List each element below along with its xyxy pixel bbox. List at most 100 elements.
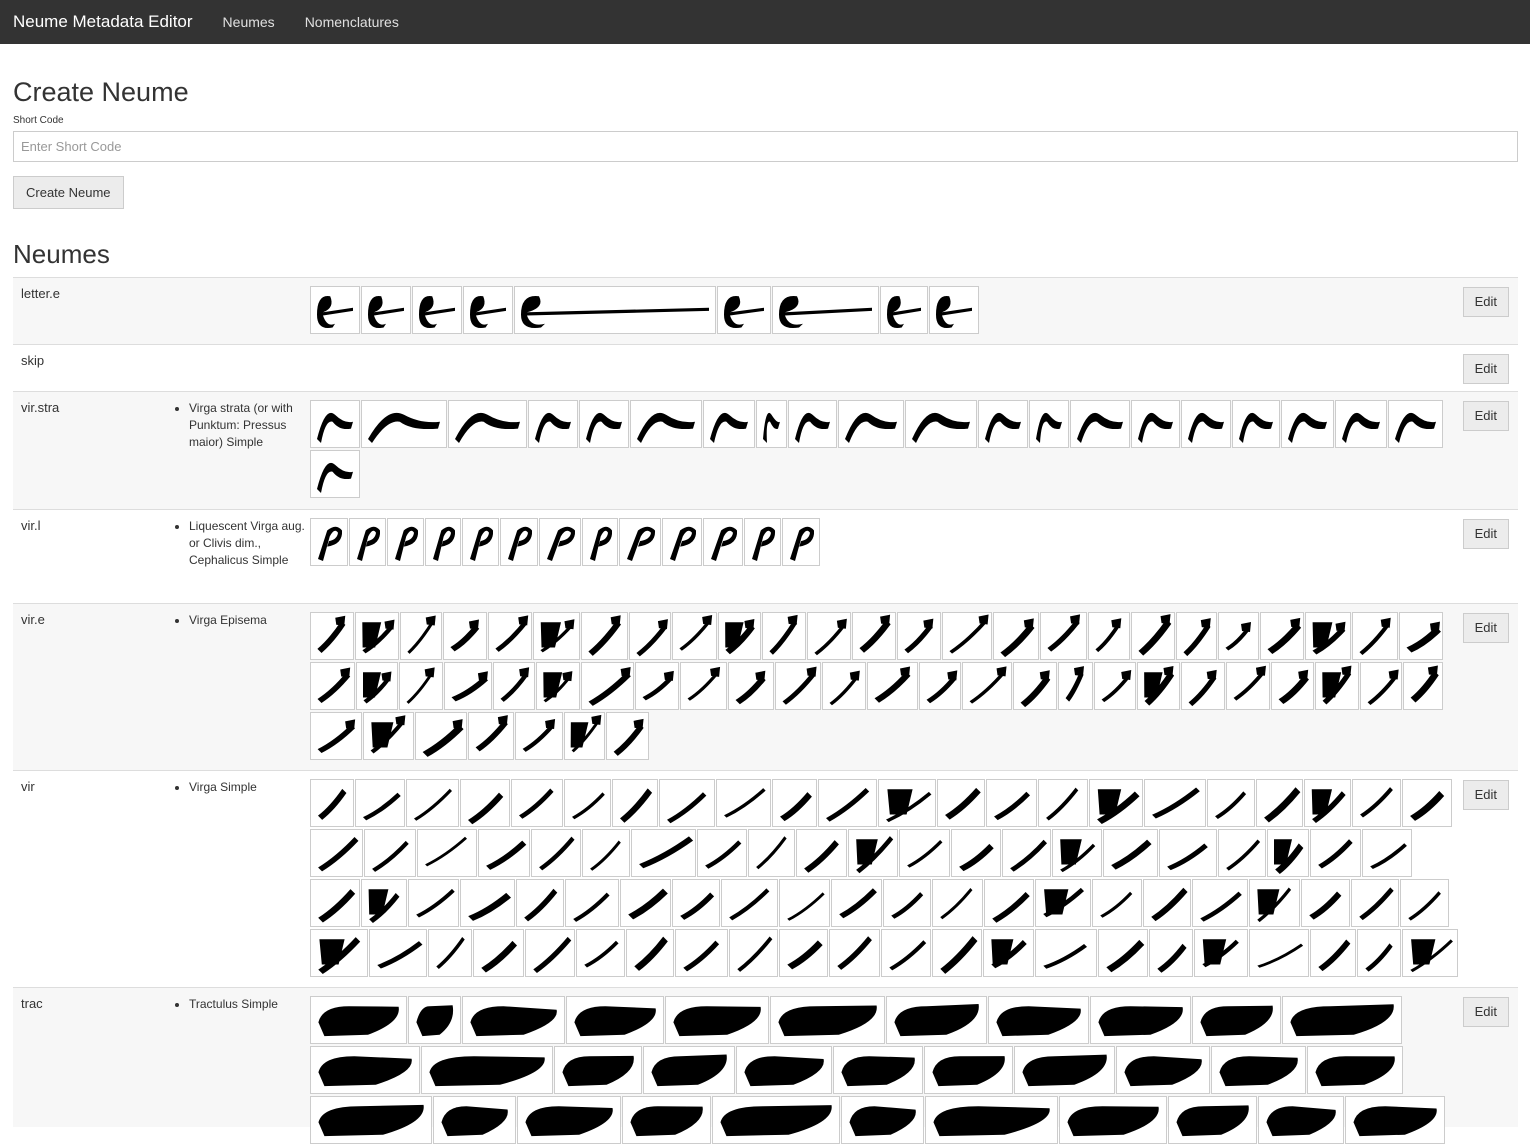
liquescent-virga-glyph-image[interactable] xyxy=(425,518,461,566)
virga-glyph-image[interactable] xyxy=(626,929,674,977)
virga-glyph-image[interactable] xyxy=(818,779,877,827)
virga-episema-glyph-image[interactable] xyxy=(1040,612,1087,660)
virga-glyph-image[interactable] xyxy=(369,929,427,977)
virga-glyph-image[interactable] xyxy=(716,779,771,827)
virga-episema-glyph-image[interactable] xyxy=(1352,612,1398,660)
virga-glyph-image[interactable] xyxy=(1352,779,1401,827)
edit-button[interactable]: Edit xyxy=(1462,519,1509,549)
tractulus-glyph-image[interactable] xyxy=(1168,1096,1257,1144)
virga-episema-glyph-image[interactable] xyxy=(1360,662,1402,710)
virga-glyph-image[interactable] xyxy=(1144,779,1206,827)
virga-episema-glyph-image[interactable] xyxy=(962,662,1012,710)
virga-glyph-image[interactable] xyxy=(564,779,611,827)
virga-episema-glyph-image[interactable] xyxy=(1399,612,1443,660)
tractulus-glyph-image[interactable] xyxy=(310,1046,420,1094)
virga-glyph-image[interactable] xyxy=(408,879,459,927)
virga-glyph-image[interactable] xyxy=(310,879,360,927)
virga-episema-glyph-image[interactable] xyxy=(942,612,992,660)
liquescent-virga-glyph-image[interactable] xyxy=(662,518,702,566)
virga-episema-glyph-image[interactable] xyxy=(919,662,961,710)
virga-glyph-image[interactable] xyxy=(364,829,416,877)
tractulus-glyph-image[interactable] xyxy=(1345,1096,1445,1144)
virga-strata-glyph-image[interactable] xyxy=(1281,400,1334,448)
liquescent-virga-glyph-image[interactable] xyxy=(744,518,781,566)
virga-glyph-image[interactable] xyxy=(848,829,898,877)
virga-glyph-image[interactable] xyxy=(937,779,985,827)
virga-episema-glyph-image[interactable] xyxy=(867,662,918,710)
virga-episema-glyph-image[interactable] xyxy=(1315,662,1359,710)
liquescent-virga-glyph-image[interactable] xyxy=(619,518,661,566)
virga-glyph-image[interactable] xyxy=(796,829,847,877)
tractulus-glyph-image[interactable] xyxy=(1116,1046,1210,1094)
virga-glyph-image[interactable] xyxy=(1159,829,1217,877)
edit-button[interactable]: Edit xyxy=(1462,780,1509,810)
tractulus-glyph-image[interactable] xyxy=(770,996,885,1044)
virga-episema-glyph-image[interactable] xyxy=(672,612,717,660)
liquescent-virga-glyph-image[interactable] xyxy=(539,518,581,566)
virga-episema-glyph-image[interactable] xyxy=(1226,662,1270,710)
virga-strata-glyph-image[interactable] xyxy=(1070,400,1130,448)
virga-glyph-image[interactable] xyxy=(1035,879,1091,927)
virga-episema-glyph-image[interactable] xyxy=(852,612,896,660)
virga-episema-glyph-image[interactable] xyxy=(564,712,605,760)
virga-glyph-image[interactable] xyxy=(417,829,477,877)
virga-glyph-image[interactable] xyxy=(932,929,982,977)
virga-glyph-image[interactable] xyxy=(878,779,936,827)
virga-episema-glyph-image[interactable] xyxy=(993,612,1039,660)
liquescent-virga-glyph-image[interactable] xyxy=(582,518,618,566)
virga-glyph-image[interactable] xyxy=(361,879,407,927)
edit-button[interactable]: Edit xyxy=(1462,613,1509,643)
virga-episema-glyph-image[interactable] xyxy=(1058,662,1093,710)
edit-button[interactable]: Edit xyxy=(1462,997,1509,1027)
virga-glyph-image[interactable] xyxy=(1310,829,1361,877)
virga-strata-glyph-image[interactable] xyxy=(703,400,755,448)
virga-glyph-image[interactable] xyxy=(831,879,882,927)
virga-glyph-image[interactable] xyxy=(772,779,817,827)
tractulus-glyph-image[interactable] xyxy=(517,1096,621,1144)
virga-glyph-image[interactable] xyxy=(1402,779,1452,827)
virga-strata-glyph-image[interactable] xyxy=(978,400,1028,448)
virga-strata-glyph-image[interactable] xyxy=(310,400,360,448)
virga-episema-glyph-image[interactable] xyxy=(1013,662,1057,710)
virga-episema-glyph-image[interactable] xyxy=(355,612,399,660)
letter-e-glyph-image[interactable] xyxy=(880,286,928,334)
nav-link-nomenclatures[interactable]: Nomenclatures xyxy=(305,14,399,30)
tractulus-glyph-image[interactable] xyxy=(310,1096,432,1144)
edit-button[interactable]: Edit xyxy=(1462,401,1509,431)
virga-glyph-image[interactable] xyxy=(310,829,363,877)
virga-glyph-image[interactable] xyxy=(1052,829,1102,877)
virga-glyph-image[interactable] xyxy=(675,929,728,977)
tractulus-glyph-image[interactable] xyxy=(1258,1096,1344,1144)
liquescent-virga-glyph-image[interactable] xyxy=(310,518,348,566)
tractulus-glyph-image[interactable] xyxy=(924,1046,1013,1094)
virga-episema-glyph-image[interactable] xyxy=(310,712,362,760)
virga-glyph-image[interactable] xyxy=(983,929,1034,977)
letter-e-glyph-image[interactable] xyxy=(361,286,411,334)
letter-e-glyph-image[interactable] xyxy=(772,286,879,334)
edit-button[interactable]: Edit xyxy=(1462,354,1509,384)
virga-episema-glyph-image[interactable] xyxy=(1271,662,1314,710)
virga-glyph-image[interactable] xyxy=(1035,929,1097,977)
virga-episema-glyph-image[interactable] xyxy=(728,662,774,710)
virga-glyph-image[interactable] xyxy=(428,929,472,977)
virga-glyph-image[interactable] xyxy=(612,779,658,827)
virga-episema-glyph-image[interactable] xyxy=(635,662,679,710)
virga-episema-glyph-image[interactable] xyxy=(310,612,354,660)
virga-glyph-image[interactable] xyxy=(659,779,715,827)
virga-glyph-image[interactable] xyxy=(1249,929,1309,977)
virga-glyph-image[interactable] xyxy=(1218,829,1266,877)
virga-glyph-image[interactable] xyxy=(1092,879,1142,927)
tractulus-glyph-image[interactable] xyxy=(712,1096,840,1144)
letter-e-glyph-image[interactable] xyxy=(463,286,513,334)
virga-episema-glyph-image[interactable] xyxy=(415,712,467,760)
virga-strata-glyph-image[interactable] xyxy=(1131,400,1180,448)
tractulus-glyph-image[interactable] xyxy=(1307,1046,1403,1094)
virga-glyph-image[interactable] xyxy=(511,779,563,827)
nav-link-neumes[interactable]: Neumes xyxy=(223,14,275,30)
virga-glyph-image[interactable] xyxy=(1267,829,1309,877)
virga-episema-glyph-image[interactable] xyxy=(468,712,514,760)
virga-episema-glyph-image[interactable] xyxy=(488,612,532,660)
virga-glyph-image[interactable] xyxy=(310,779,354,827)
virga-glyph-image[interactable] xyxy=(576,929,625,977)
virga-episema-glyph-image[interactable] xyxy=(807,612,851,660)
